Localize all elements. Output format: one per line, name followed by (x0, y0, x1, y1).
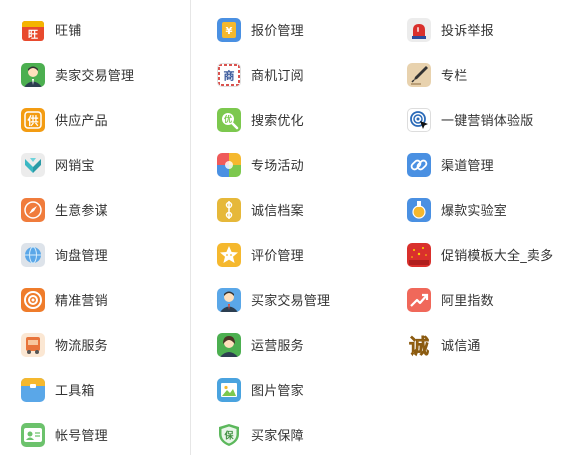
menu-item-wangxiaobao[interactable]: 网销宝 (21, 142, 95, 187)
price-tag-icon: ¥ (217, 17, 241, 42)
menu-item-label: 专场活动 (251, 159, 304, 174)
menu-item-buyer-trade[interactable]: 买家交易管理 (217, 277, 330, 322)
image-icon (217, 377, 241, 402)
pinwheel-icon (217, 152, 241, 177)
menu-item-one-click-marketing[interactable]: 一键营销体验版 (407, 97, 533, 142)
menu-item-label: 投诉举报 (441, 24, 494, 39)
svg-text:¥: ¥ (226, 26, 233, 37)
id-card-icon (21, 422, 45, 447)
supply-icon: 供 (21, 107, 45, 132)
menu-item-channel-manage[interactable]: 渠道管理 (407, 142, 494, 187)
menu-item-wangpu[interactable]: 旺 旺铺 (21, 7, 81, 52)
compass-icon (21, 197, 45, 222)
envelope-icon: 商 (217, 62, 241, 87)
svg-text:优: 优 (224, 114, 232, 124)
menu-item-label: 诚信通 (441, 339, 481, 354)
menu-item-logistics[interactable]: 物流服务 (21, 322, 108, 367)
toolbox-icon (21, 377, 45, 402)
menu-item-label: 买家保障 (251, 429, 304, 444)
menu-item-supply-products[interactable]: 供 供应产品 (21, 97, 108, 142)
menu-item-label: 工具箱 (55, 384, 95, 399)
chengxin-icon: 诚 (407, 332, 431, 357)
menu-item-label: 一键营销体验版 (441, 114, 534, 129)
menu-item-precision-marketing[interactable]: 精准营销 (21, 277, 108, 322)
svg-text:旺: 旺 (28, 29, 38, 41)
menu-item-label: 供应产品 (55, 114, 108, 129)
menu-item-column[interactable]: 专栏 (407, 52, 467, 97)
alarm-icon (407, 17, 431, 42)
search-optimize-icon: 优 (217, 107, 241, 132)
menu-item-label: 评价管理 (251, 249, 304, 264)
menu-item-chengxintong[interactable]: 诚 诚信通 (407, 322, 481, 367)
pen-icon (407, 62, 431, 87)
star-icon (217, 242, 241, 267)
menu-item-business-advisor[interactable]: 生意参谋 (21, 187, 108, 232)
seller-avatar-icon (21, 62, 45, 87)
menu-item-inquiry[interactable]: 询盘管理 (21, 232, 108, 277)
menu-item-label: 网销宝 (55, 159, 95, 174)
menu-item-image-manager[interactable]: 图片管家 (217, 367, 304, 412)
menu-item-label: 报价管理 (251, 24, 304, 39)
menu-item-account[interactable]: 帐号管理 (21, 412, 108, 457)
menu-item-label: 爆款实验室 (441, 204, 508, 219)
menu-item-label: 精准营销 (55, 294, 108, 309)
menu-item-label: 阿里指数 (441, 294, 494, 309)
menu-item-reviews[interactable]: 评价管理 (217, 232, 304, 277)
menu-item-opportunity-subscribe[interactable]: 商 商机订阅 (217, 52, 304, 97)
operator-avatar-icon (217, 332, 241, 357)
menu-item-label: 专栏 (441, 69, 468, 84)
menu-item-label: 物流服务 (55, 339, 108, 354)
archive-icon (217, 197, 241, 222)
shield-icon: 保 (217, 422, 241, 447)
wangxiaobao-icon (21, 152, 45, 177)
svg-text:保: 保 (223, 429, 234, 441)
menu-item-toolbox[interactable]: 工具箱 (21, 367, 95, 412)
flask-icon (407, 197, 431, 222)
column-divider (190, 0, 191, 455)
cursor-target-icon (407, 107, 431, 132)
menu-item-label: 搜索优化 (251, 114, 304, 129)
shop-icon: 旺 (21, 17, 45, 42)
buyer-avatar-icon (217, 287, 241, 312)
globe-icon (21, 242, 45, 267)
menu-item-bestseller-lab[interactable]: 爆款实验室 (407, 187, 507, 232)
menu-item-search-optimize[interactable]: 优 搜索优化 (217, 97, 304, 142)
menu-item-seller-trade[interactable]: 卖家交易管理 (21, 52, 134, 97)
target-icon (21, 287, 45, 312)
menu-item-label: 促销模板大全_卖多 (441, 249, 554, 264)
menu-item-ali-index[interactable]: 阿里指数 (407, 277, 494, 322)
menu-item-label: 买家交易管理 (251, 294, 331, 309)
menu-item-label: 图片管家 (251, 384, 304, 399)
svg-text:商: 商 (224, 68, 235, 82)
promo-template-icon (407, 242, 431, 267)
menu-item-complaint-report[interactable]: 投诉举报 (407, 7, 494, 52)
menu-item-credit-archive[interactable]: 诚信档案 (217, 187, 304, 232)
menu-item-label: 生意参谋 (55, 204, 108, 219)
menu-item-label: 诚信档案 (251, 204, 304, 219)
link-icon (407, 152, 431, 177)
menu-item-quote[interactable]: ¥ 报价管理 (217, 7, 304, 52)
menu-item-promo-templates[interactable]: 促销模板大全_卖多 (407, 232, 553, 277)
menu-item-label: 帐号管理 (55, 429, 108, 444)
trend-icon (407, 287, 431, 312)
menu-item-special-events[interactable]: 专场活动 (217, 142, 304, 187)
truck-icon (21, 332, 45, 357)
svg-text:诚: 诚 (409, 334, 429, 357)
menu-item-label: 询盘管理 (55, 249, 108, 264)
menu-item-buyer-protection[interactable]: 保 买家保障 (217, 412, 304, 457)
menu-item-label: 运营服务 (251, 339, 304, 354)
svg-text:供: 供 (27, 113, 39, 127)
menu-item-label: 商机订阅 (251, 69, 304, 84)
menu-item-label: 渠道管理 (441, 159, 494, 174)
menu-item-operation-service[interactable]: 运营服务 (217, 322, 304, 367)
menu-item-label: 旺铺 (55, 24, 82, 39)
menu-item-label: 卖家交易管理 (55, 69, 135, 84)
